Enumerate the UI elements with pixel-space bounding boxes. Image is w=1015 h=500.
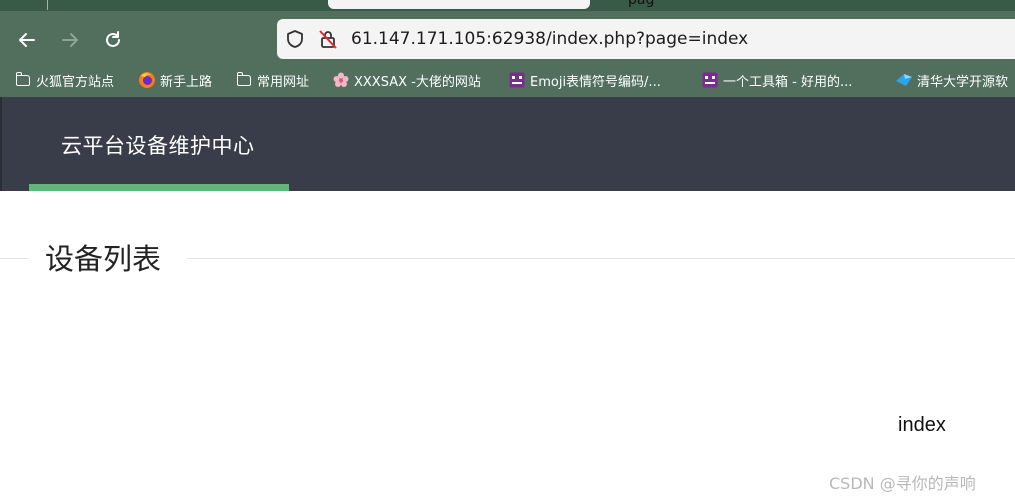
bookmark-item[interactable]: Emoji表情符号编码/... xyxy=(508,68,661,92)
address-bar[interactable]: 61.147.171.105:62938/index.php?page=inde… xyxy=(277,19,1015,59)
watermark: CSDN @寻你的声响 xyxy=(829,474,976,493)
bookmark-label: 火狐官方站点 xyxy=(36,74,115,90)
section-divider-left xyxy=(0,258,28,259)
bookmark-item[interactable]: 常用网址 xyxy=(235,68,309,92)
url-text[interactable]: 61.147.171.105:62938/index.php?page=inde… xyxy=(351,19,748,59)
browser-toolbar: 61.147.171.105:62938/index.php?page=inde… xyxy=(0,11,1015,68)
insecure-lock-icon[interactable] xyxy=(318,29,338,49)
emoji-icon xyxy=(508,71,526,89)
back-button[interactable] xyxy=(12,25,42,55)
section-divider-right xyxy=(187,258,1015,259)
bookmark-label: 常用网址 xyxy=(257,74,310,90)
back-arrow-icon xyxy=(19,33,35,47)
bookmark-label: XXXSAX -大佬的网站 xyxy=(354,74,481,90)
bookmark-label: 清华大学开源软 xyxy=(917,74,1009,90)
bookmark-label: 一个工具箱 - 好用的... xyxy=(723,74,853,90)
header-edge xyxy=(0,97,2,191)
bookmark-item[interactable]: 清华大学开源软 xyxy=(895,68,1008,92)
section-title: 设备列表 xyxy=(45,242,162,276)
bookmark-label: 新手上路 xyxy=(160,74,213,90)
active-tab[interactable]: pag xyxy=(328,0,654,9)
tab-separator xyxy=(47,0,48,10)
reload-button[interactable] xyxy=(98,25,128,55)
firefox-icon xyxy=(138,71,156,89)
bookmark-item[interactable]: 新手上路 xyxy=(138,68,212,92)
bookmark-item[interactable]: XXXSAX -大佬的网站 xyxy=(332,68,481,92)
forward-arrow-icon xyxy=(62,33,78,47)
emoji-icon xyxy=(701,71,719,89)
site-header: 云平台设备维护中心 xyxy=(0,97,1015,191)
shield-icon[interactable] xyxy=(285,29,305,49)
folder-icon xyxy=(235,71,253,89)
tab-strip: pag xyxy=(0,0,1015,11)
reload-icon xyxy=(106,31,120,47)
bookmark-item[interactable]: 火狐官方站点 xyxy=(14,68,114,92)
site-brand[interactable]: 云平台设备维护中心 xyxy=(61,130,255,160)
bookmark-item[interactable]: 一个工具箱 - 好用的... xyxy=(701,68,852,92)
page-parameter-output: index xyxy=(898,414,946,436)
tsinghua-icon xyxy=(895,71,913,89)
forward-button[interactable] xyxy=(55,25,85,55)
sakura-icon xyxy=(332,71,350,89)
bookmark-label: Emoji表情符号编码/... xyxy=(530,74,661,90)
active-nav-indicator xyxy=(29,184,289,191)
tab-title: pag xyxy=(628,0,655,8)
folder-icon xyxy=(14,71,32,89)
bookmarks-bar: 火狐官方站点 新手上路 常用网址 XXXSAX -大佬的网站 Emoji表情符号… xyxy=(0,68,1015,97)
